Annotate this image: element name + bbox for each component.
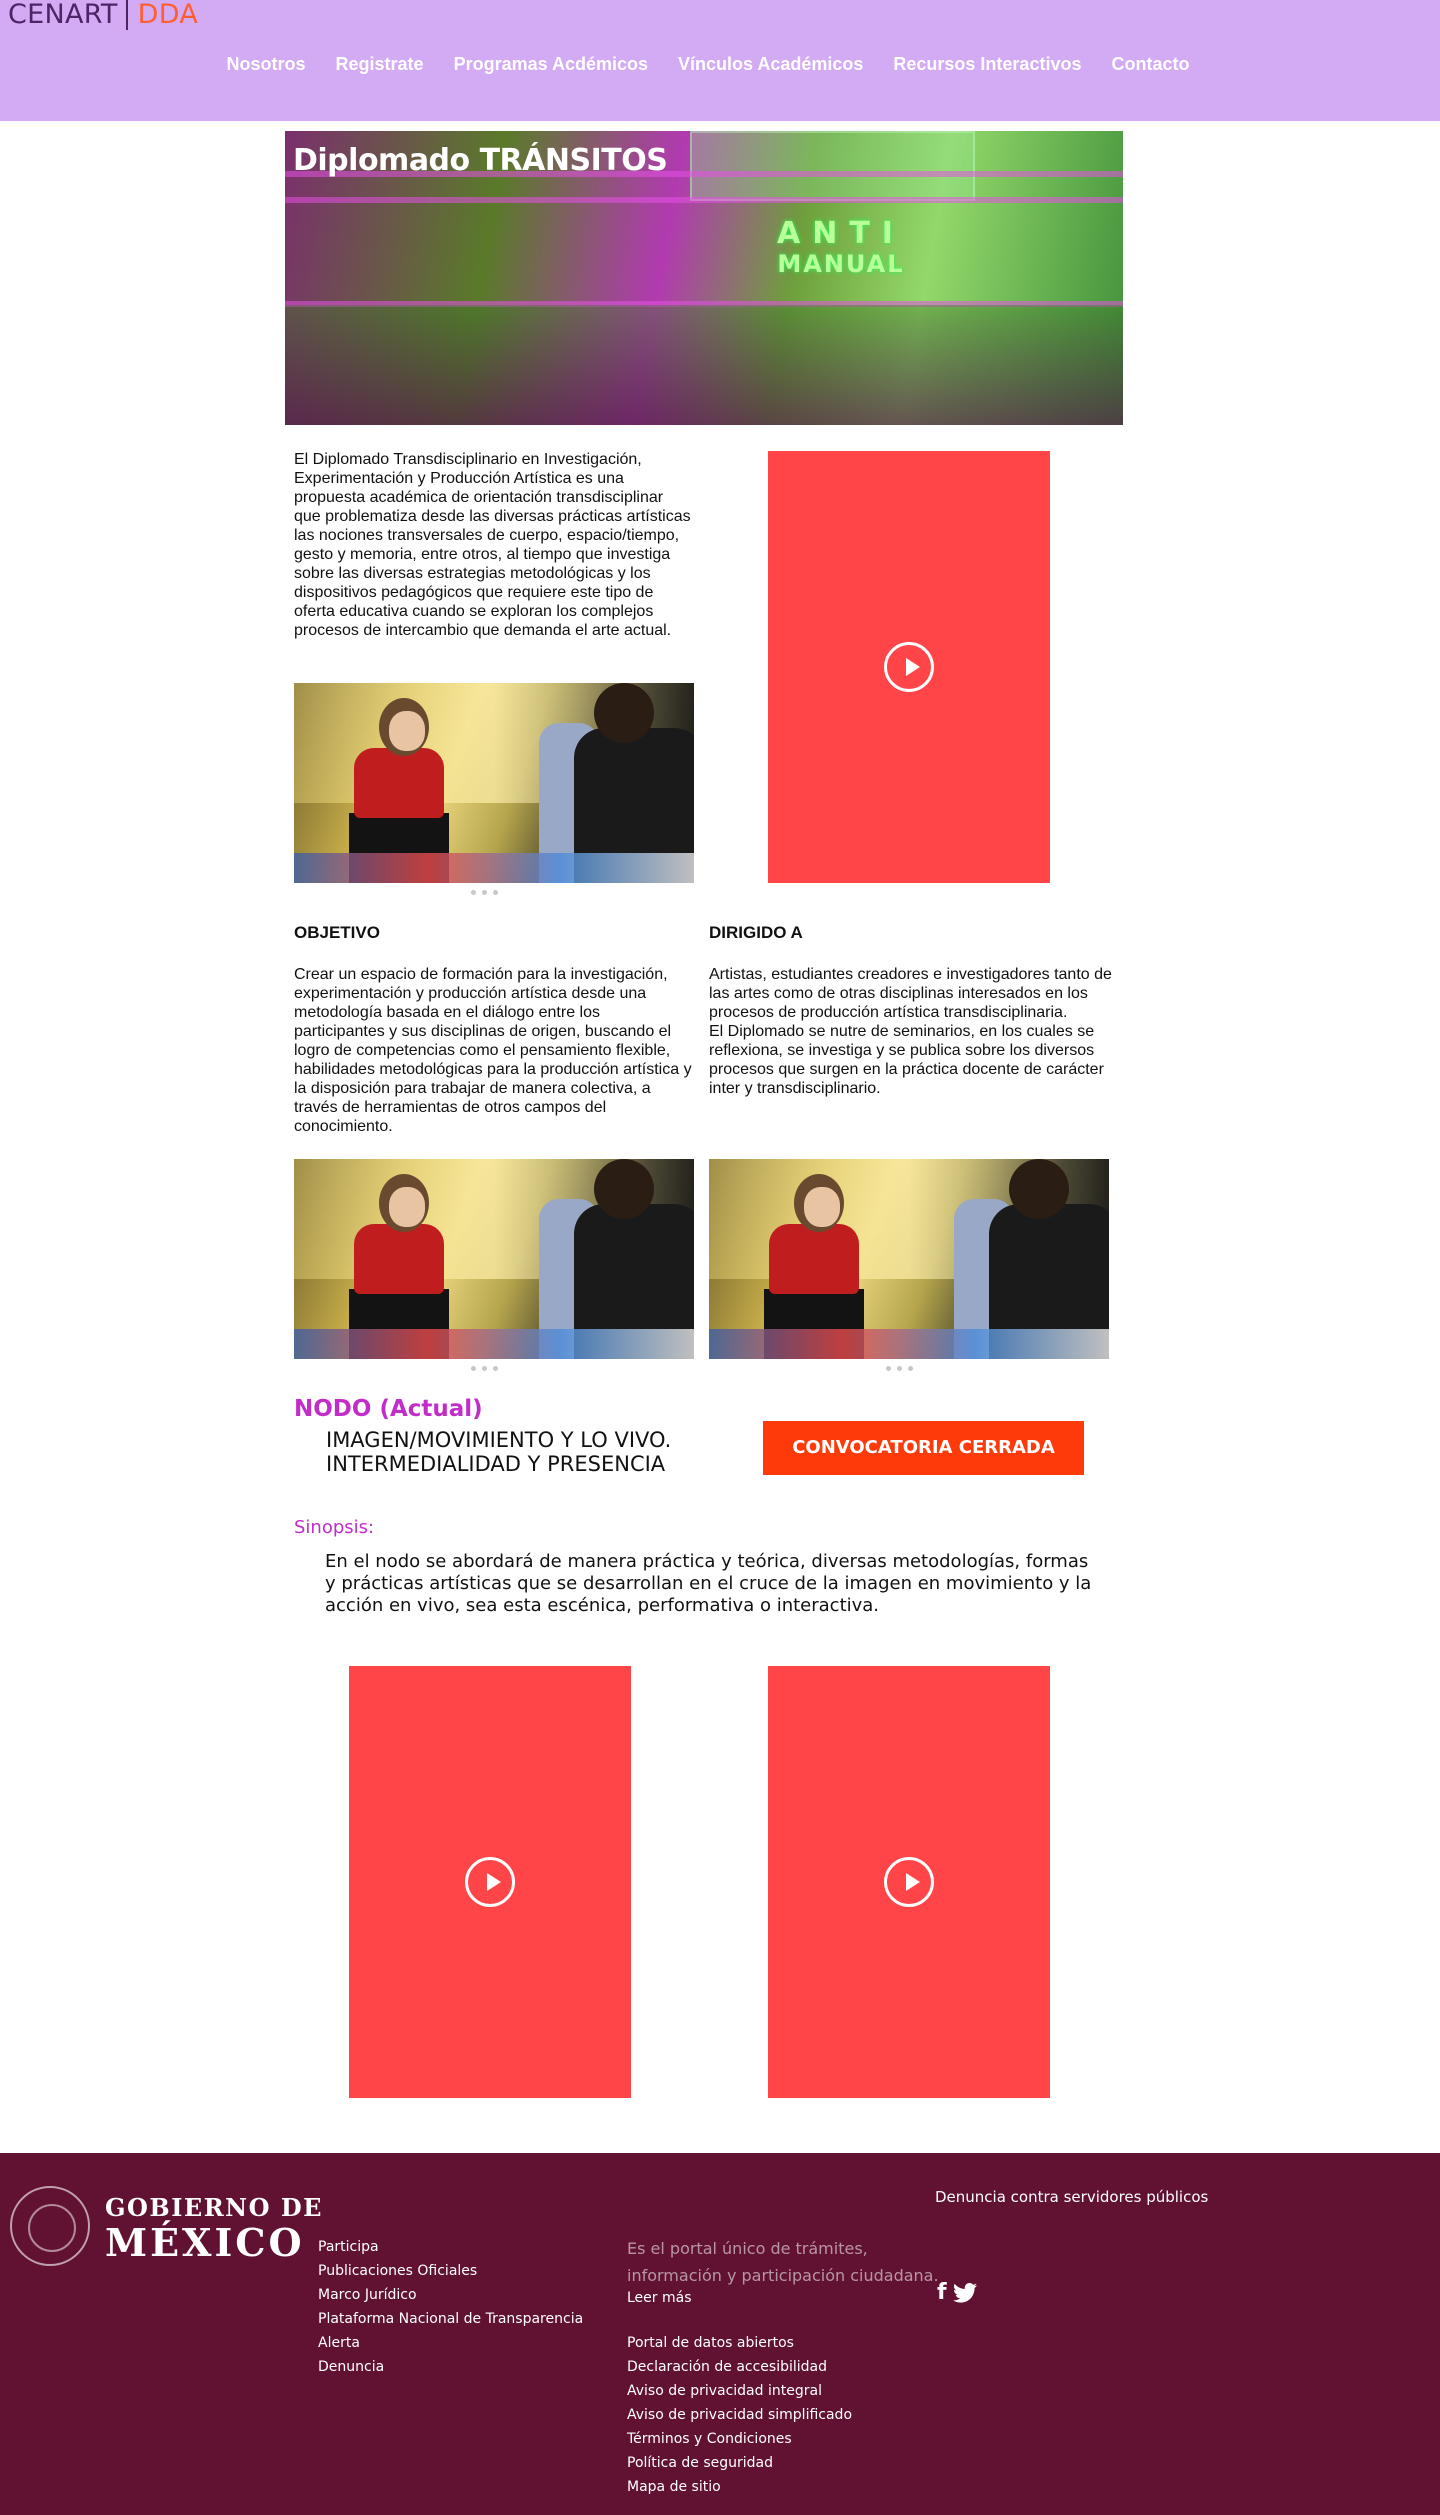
nav-nosotros[interactable]: Nosotros [212, 50, 321, 79]
nav-vinculos-academicos[interactable]: Vínculos Académicos [663, 50, 878, 79]
photo-person-head [594, 1159, 654, 1219]
logo-cenart: CENART [8, 0, 118, 30]
footer-link-publicaciones[interactable]: Publicaciones Oficiales [318, 2259, 583, 2283]
footer-link-mapa-sitio[interactable]: Mapa de sitio [627, 2475, 852, 2499]
hero-floor [285, 305, 1123, 425]
hero-anti-manual-sign: ANTI MANUAL [777, 219, 905, 279]
footer-link-privacidad-integral[interactable]: Aviso de privacidad integral [627, 2379, 852, 2403]
site-header: CENART DDA Nosotros Registrate Programas … [0, 0, 1440, 121]
play-icon[interactable] [884, 642, 934, 692]
dirigido-line1: Artistas, estudiantes creadores e invest… [709, 966, 1112, 1021]
main-nav: Nosotros Registrate Programas Acdémicos … [0, 50, 1440, 79]
nodo-heading-actual: (Actual) [371, 1396, 483, 1422]
photo-table [294, 853, 694, 883]
pagination-dot[interactable] [471, 890, 476, 895]
dirigido-paragraph: Artistas, estudiantes creadores e invest… [709, 965, 1114, 1098]
social-links: f [937, 2280, 977, 2305]
nodo-heading-strong: NODO [294, 1396, 372, 1422]
gob-logo-line1: GOBIERNO DE [105, 2193, 323, 2222]
footer-link-denuncia[interactable]: Denuncia [318, 2355, 583, 2379]
leer-mas-link[interactable]: Leer más [627, 2290, 692, 2306]
pagination-dot[interactable] [493, 890, 498, 895]
play-icon[interactable] [465, 1857, 515, 1907]
twitter-icon[interactable] [952, 2282, 977, 2303]
footer-link-datos-abiertos[interactable]: Portal de datos abiertos [627, 2331, 852, 2355]
facebook-icon[interactable]: f [937, 2280, 947, 2305]
video-player[interactable] [768, 1666, 1050, 2098]
footer-link-transparencia[interactable]: Plataforma Nacional de Transparencia [318, 2307, 583, 2331]
hero-sign-line1: ANTI [777, 216, 905, 251]
nav-recursos-interactivos[interactable]: Recursos Interactivos [878, 50, 1096, 79]
nodo-heading: NODO (Actual) [294, 1396, 483, 1422]
footer-links-portal: Portal de datos abiertos Declaración de … [627, 2331, 852, 2499]
objetivo-paragraph: Crear un espacio de formación para la in… [294, 966, 692, 1135]
pagination-dot[interactable] [886, 1366, 891, 1371]
hero-banner: ANTI MANUAL Diplomado TRÁNSITOS [285, 131, 1123, 425]
intro-paragraph: El Diplomado Transdisciplinario en Inves… [294, 451, 691, 639]
title-diplomado: Diplomado [293, 143, 480, 178]
logo-dda: DDA [137, 0, 199, 30]
gobierno-de-mexico-logo[interactable]: GOBIERNO DE MÉXICO [105, 2193, 323, 2263]
photo-person-face [389, 711, 425, 751]
denuncia-servidores-link[interactable]: Denuncia contra servidores públicos [935, 2188, 1208, 2206]
pagination-dot[interactable] [493, 1366, 498, 1371]
photo-person [354, 748, 444, 818]
hero-projection-screen [690, 131, 975, 201]
footer-link-marco-juridico[interactable]: Marco Jurídico [318, 2283, 583, 2307]
nodo-title: IMAGEN/MOVIMIENTO Y LO VIVO. INTERMEDIAL… [326, 1428, 671, 1476]
hero-sign-line2: MANUAL [777, 250, 905, 278]
gallery-photo[interactable] [709, 1159, 1109, 1359]
gob-logo-line2: MÉXICO [105, 2220, 305, 2265]
photo-person-head [594, 683, 654, 743]
video-player[interactable] [349, 1666, 631, 2098]
dirigido-line2: El Diplomado se nutre de seminarios, en … [709, 1023, 1104, 1097]
gallery-photo[interactable] [294, 683, 694, 883]
photo-table [294, 1329, 694, 1359]
portal-description: Es el portal único de trámites, informac… [627, 2239, 939, 2285]
page-title: Diplomado TRÁNSITOS [293, 143, 668, 178]
hero-glitch-stripe [285, 197, 1123, 203]
title-transitos: TRÁNSITOS [479, 143, 668, 178]
logo-divider [125, 0, 128, 30]
footer-links-enlaces: Participa Publicaciones Oficiales Marco … [318, 2235, 583, 2379]
photo-person-face [389, 1187, 425, 1227]
footer-link-privacidad-simplificado[interactable]: Aviso de privacidad simplificado [627, 2403, 852, 2427]
gallery-pagination-dots[interactable] [471, 890, 498, 895]
gallery-photo[interactable] [294, 1159, 694, 1359]
nav-contacto[interactable]: Contacto [1096, 50, 1204, 79]
footer-link-accesibilidad[interactable]: Declaración de accesibilidad [627, 2355, 852, 2379]
footer-link-seguridad[interactable]: Política de seguridad [627, 2451, 852, 2475]
footer-link-terminos[interactable]: Términos y Condiciones [627, 2427, 852, 2451]
nav-programas-academicos[interactable]: Programas Acdémicos [439, 50, 663, 79]
pagination-dot[interactable] [897, 1366, 902, 1371]
sinopsis-label: Sinopsis: [294, 1517, 375, 1538]
gallery-pagination-dots[interactable] [471, 1366, 498, 1371]
cenart-dda-logo[interactable]: CENART DDA [8, 0, 198, 30]
photo-person-head [1009, 1159, 1069, 1219]
footer-link-alerta[interactable]: Alerta [318, 2331, 583, 2355]
dirigido-heading: DIRIGIDO A [709, 923, 803, 942]
sinopsis-paragraph: En el nodo se abordará de manera práctic… [325, 1551, 1092, 1616]
play-icon[interactable] [884, 1857, 934, 1907]
photo-person [769, 1224, 859, 1294]
gallery-pagination-dots[interactable] [886, 1366, 913, 1371]
nodo-title-line2: INTERMEDIALIDAD Y PRESENCIA [326, 1452, 666, 1476]
footer-link-participa[interactable]: Participa [318, 2235, 583, 2259]
nodo-title-line1: IMAGEN/MOVIMIENTO Y LO VIVO. [326, 1428, 672, 1452]
pagination-dot[interactable] [482, 1366, 487, 1371]
pagination-dot[interactable] [482, 890, 487, 895]
photo-person-face [804, 1187, 840, 1227]
objetivo-heading: OBJETIVO [294, 923, 380, 942]
photo-person [354, 1224, 444, 1294]
video-player[interactable] [768, 451, 1050, 883]
pagination-dot[interactable] [908, 1366, 913, 1371]
nav-registrate[interactable]: Registrate [321, 50, 439, 79]
convocatoria-cerrada-button[interactable]: CONVOCATORIA CERRADA [763, 1421, 1084, 1475]
pagination-dot[interactable] [471, 1366, 476, 1371]
photo-table [709, 1329, 1109, 1359]
mexico-coat-of-arms-icon[interactable] [10, 2186, 90, 2266]
